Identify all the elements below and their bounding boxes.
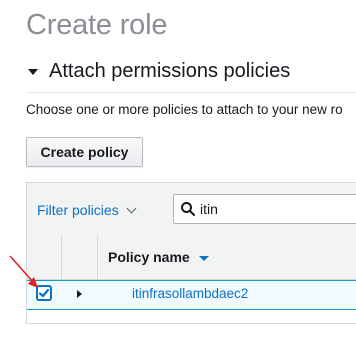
filter-policies-dropdown[interactable]: Filter policies	[37, 202, 137, 218]
sort-caret-icon	[198, 255, 209, 261]
column-header-label: Policy name	[108, 249, 190, 265]
create-policy-button[interactable]: Create policy	[26, 137, 143, 167]
row-checkbox[interactable]	[36, 285, 52, 301]
policy-name-link[interactable]: itinfrasollambdaec2	[132, 286, 248, 301]
search-input[interactable]	[196, 201, 350, 217]
section-divider	[26, 92, 356, 93]
search-icon	[181, 202, 195, 216]
section-description: Choose one or more policies to attach to…	[26, 102, 343, 117]
page-title: Create role	[26, 9, 168, 41]
filter-bar: Filter policies	[27, 183, 356, 236]
section-title: Attach permissions policies	[49, 60, 291, 82]
column-divider	[97, 235, 98, 279]
column-divider	[61, 235, 62, 279]
policies-table: Filter policies Policy name itinfrasolla…	[26, 182, 356, 324]
chevron-down-icon	[126, 203, 137, 213]
caret-right-icon[interactable]	[77, 290, 82, 298]
caret-down-icon	[28, 69, 38, 75]
table-header-row: Policy name	[27, 235, 356, 280]
search-box[interactable]	[173, 194, 356, 224]
filter-policies-label: Filter policies	[37, 202, 119, 218]
table-row[interactable]: itinfrasollambdaec2	[27, 280, 356, 310]
section-header[interactable]: Attach permissions policies	[28, 60, 290, 83]
column-header-policy-name[interactable]: Policy name	[108, 249, 209, 265]
checkmark-icon	[38, 288, 50, 298]
